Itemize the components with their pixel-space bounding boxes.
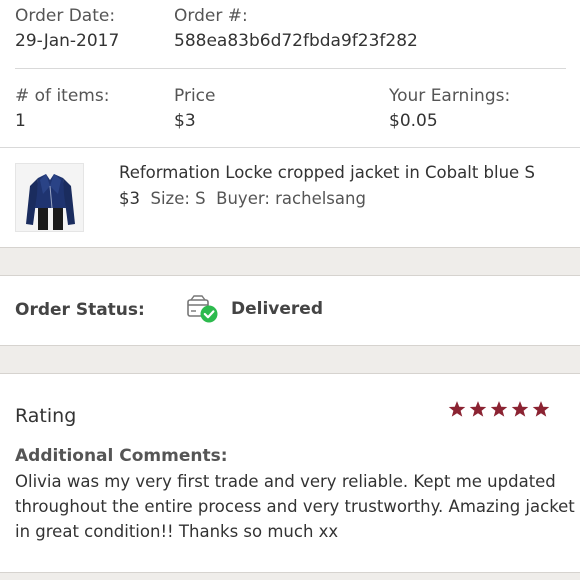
order-number-value: 588ea83b6d72fbda9f23f282 (174, 31, 418, 51)
delivered-box-check-icon (186, 294, 220, 324)
earnings-label: Your Earnings: (389, 86, 511, 106)
order-status-label: Order Status: (15, 300, 145, 320)
star-icon (448, 401, 466, 417)
product-size: Size: S (150, 189, 206, 208)
section-separator (0, 247, 580, 276)
items-count-label: # of items: (15, 86, 110, 106)
items-count-value: 1 (15, 111, 26, 131)
product-title[interactable]: Reformation Locke cropped jacket in Coba… (119, 163, 535, 182)
rating-comment: Olivia was my very first trade and very … (15, 472, 575, 541)
jacket-image (16, 164, 83, 231)
rating-stars (448, 400, 550, 418)
product-meta: $3 Size: S Buyer: rachelsang (119, 189, 366, 208)
divider (15, 68, 566, 69)
rating-title: Rating (15, 405, 77, 427)
star-icon (490, 401, 508, 417)
star-icon (469, 401, 487, 417)
divider (0, 147, 580, 148)
order-date-value: 29-Jan-2017 (15, 31, 120, 51)
order-number-label: Order #: (174, 6, 248, 26)
star-icon (511, 401, 529, 417)
product-buyer: Buyer: rachelsang (216, 189, 366, 208)
star-icon (532, 401, 550, 417)
section-separator (0, 572, 580, 580)
order-status-value: Delivered (231, 299, 323, 319)
product-price: $3 (119, 189, 140, 208)
earnings-value: $0.05 (389, 111, 438, 131)
jacket-thumbnail[interactable] (15, 163, 84, 232)
price-value: $3 (174, 111, 196, 131)
additional-comments-label: Additional Comments: (15, 446, 228, 466)
section-separator (0, 345, 580, 374)
price-label: Price (174, 86, 216, 106)
order-date-label: Order Date: (15, 6, 116, 26)
